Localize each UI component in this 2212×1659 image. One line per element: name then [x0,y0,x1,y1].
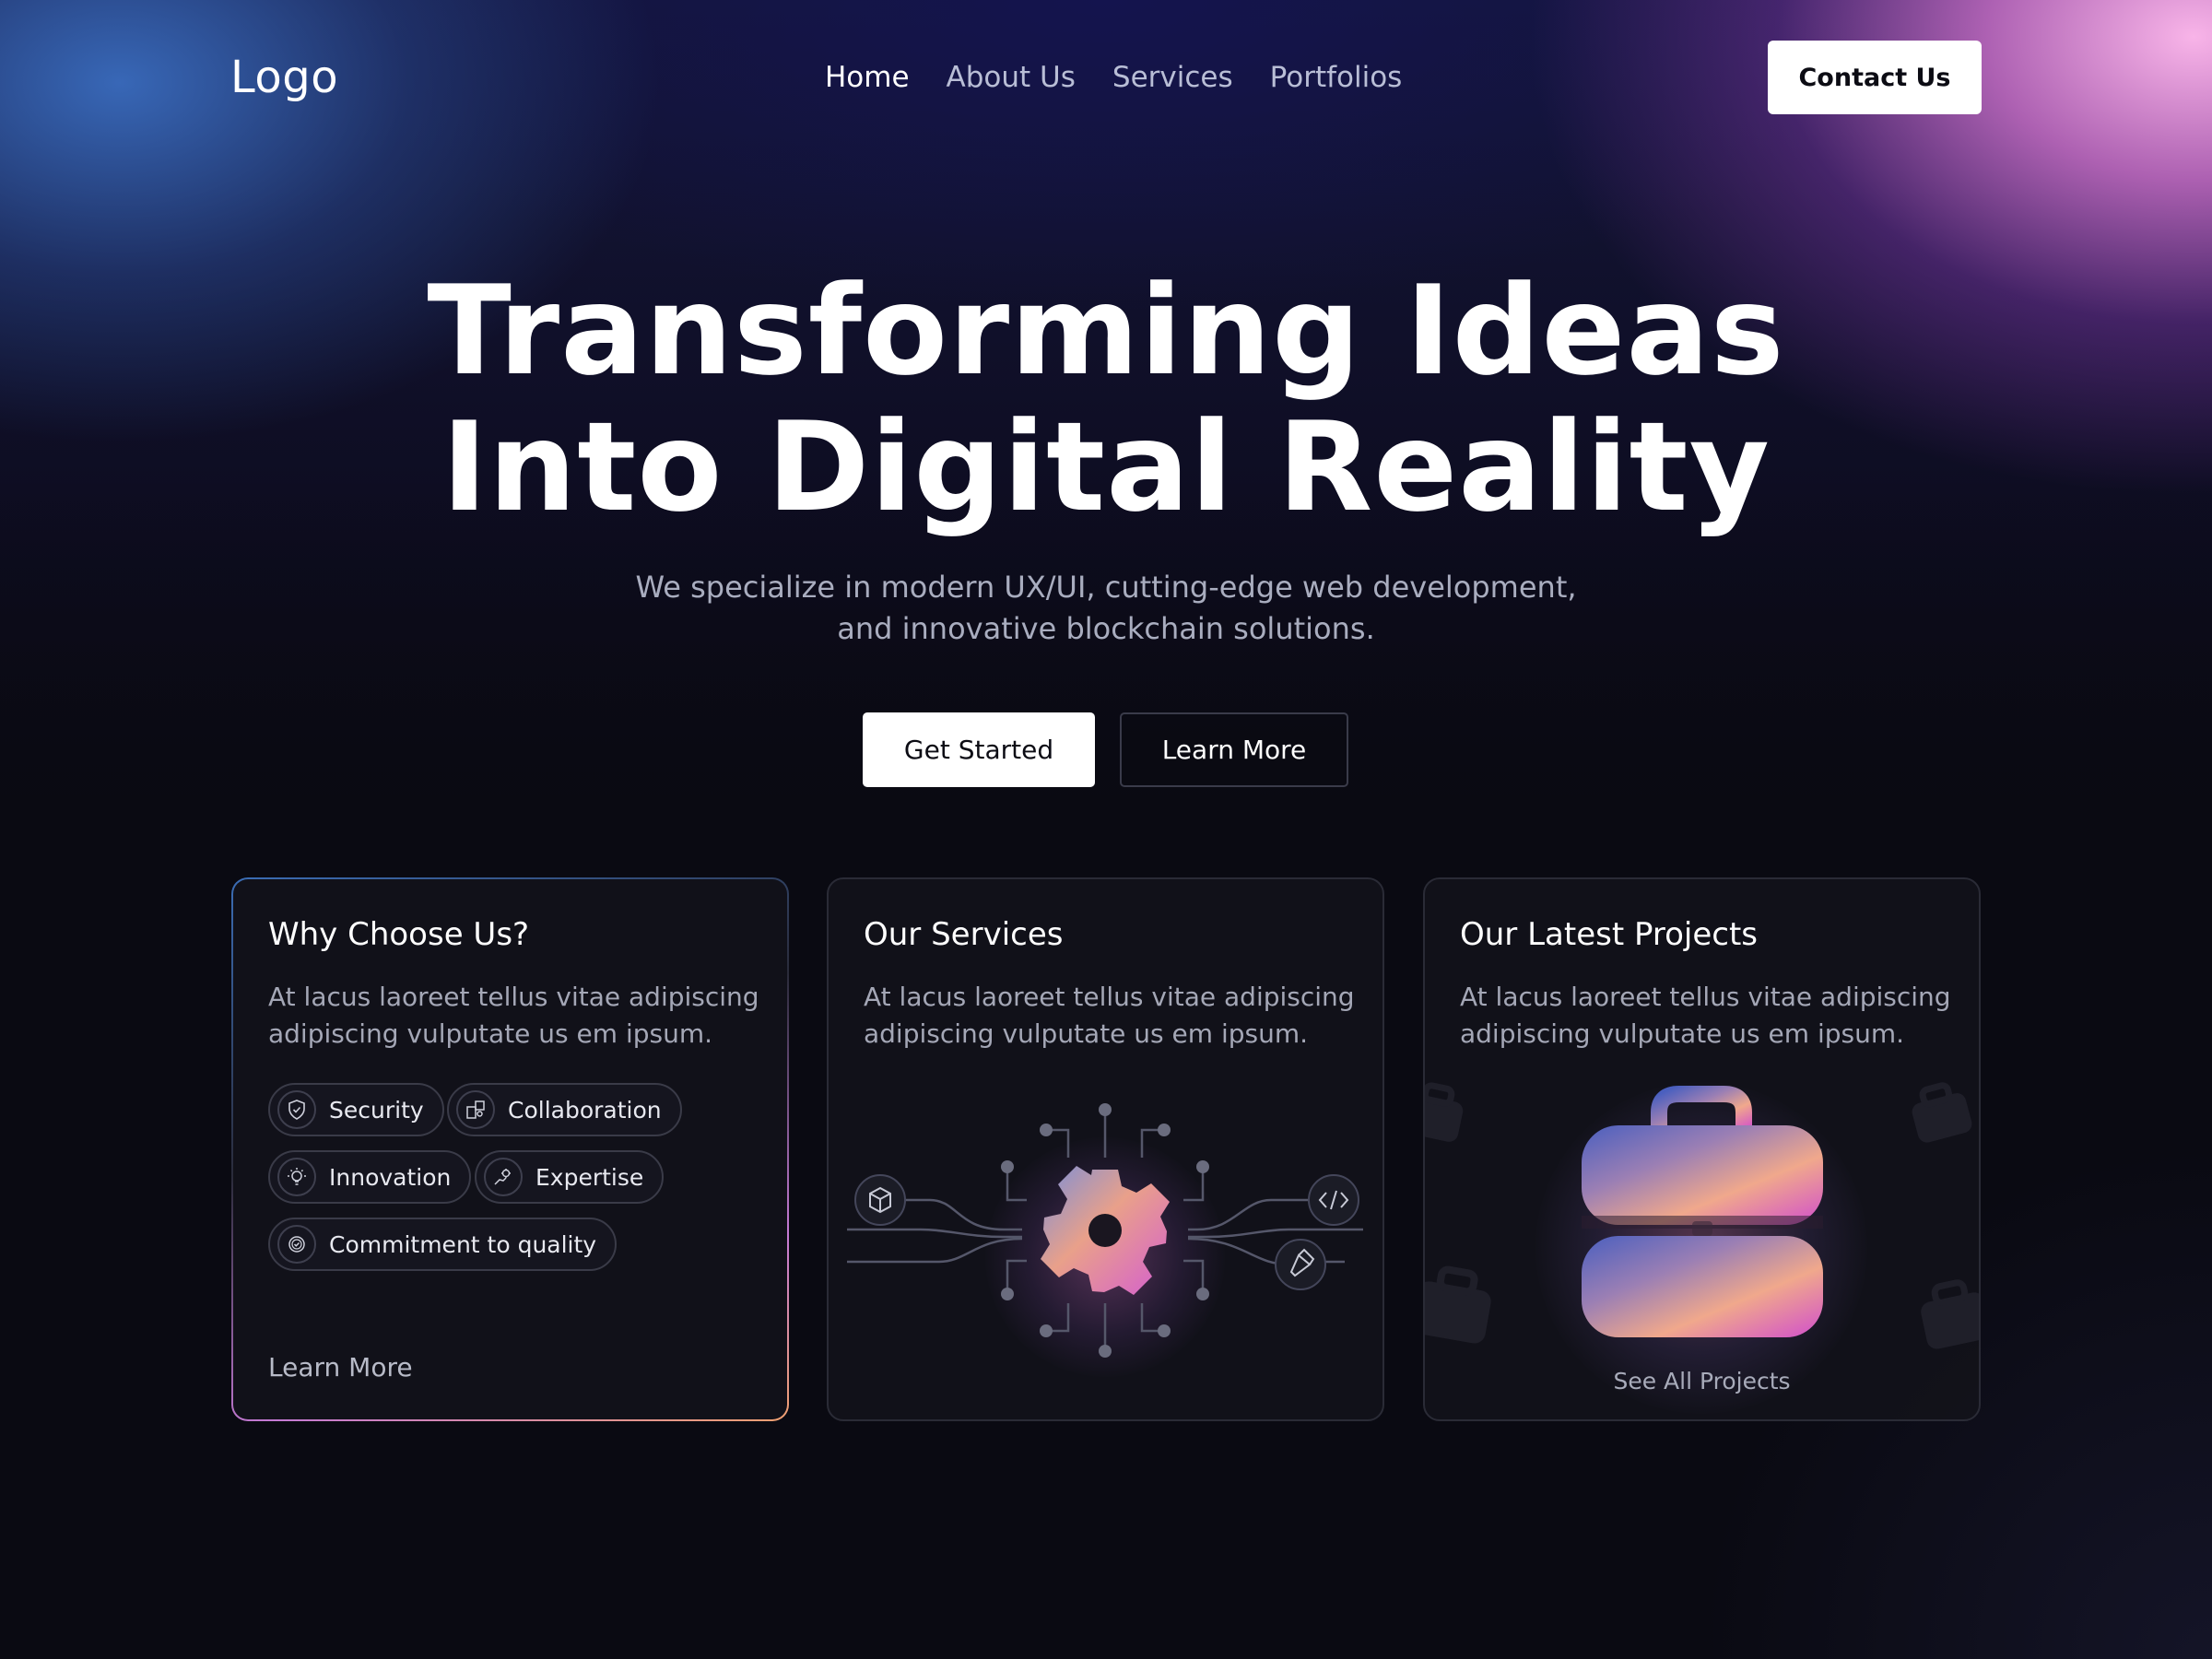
card-description: At lacus laoreet tellus vitae adipiscing… [1460,982,1951,1049]
pill-label: Security [329,1096,424,1124]
hero-subtitle: We specialize in modern UX/UI, cutting-e… [0,567,2212,650]
nav-links: Home About Us Services Portfolios [825,39,1402,116]
card-title: Our Latest Projects [1460,916,1759,953]
puzzle-icon [456,1090,495,1129]
briefcase-icon [1582,1086,1823,1337]
hero-subtitle-line-2: and innovative blockchain solutions. [837,611,1375,646]
hand-gear-icon [484,1158,523,1196]
hero-actions: Get Started Learn More [863,712,1348,787]
pill-label: Commitment to quality [329,1230,597,1258]
pill-security[interactable]: Security [268,1083,444,1136]
top-navigation: Logo Home About Us Services Portfolios C… [230,39,1982,116]
nav-link-portfolios[interactable]: Portfolios [1270,61,1403,94]
card-title: Our Services [864,916,1064,953]
hero-title-line-1: Transforming Ideas [427,259,1785,403]
get-started-button[interactable]: Get Started [863,712,1095,787]
card-description: At lacus laoreet tellus vitae adipiscing… [268,982,759,1049]
latest-projects-card: Our Latest Projects At lacus laoreet tel… [1423,877,1981,1421]
landing-page: Logo Home About Us Services Portfolios C… [0,0,2212,1659]
card-learn-more-link[interactable]: Learn More [268,1352,413,1382]
cube-icon [854,1174,906,1226]
briefcase-illustration [1425,1082,1979,1349]
pill-label: Collaboration [508,1096,662,1124]
lightbulb-icon [277,1158,316,1196]
card-description: At lacus laoreet tellus vitae adipiscing… [864,982,1355,1049]
hero-title: Transforming Ideas Into Digital Reality [0,263,2212,535]
see-all-projects-link[interactable]: See All Projects [1425,1368,1979,1394]
gear-circuit-illustration [847,1103,1363,1358]
background-fade [0,479,2212,940]
hero-title-line-2: Into Digital Reality [441,395,1771,539]
pen-tool-icon [1275,1239,1326,1290]
pill-label: Innovation [329,1163,452,1191]
nav-link-about-us[interactable]: About Us [947,61,1076,94]
pill-commitment-to-quality[interactable]: Commitment to quality [268,1218,618,1271]
nav-link-home[interactable]: Home [825,61,910,94]
learn-more-button[interactable]: Learn More [1120,712,1348,787]
our-services-card: Our Services At lacus laoreet tellus vit… [827,877,1384,1421]
contact-us-button[interactable]: Contact Us [1768,41,1982,114]
card-title: Why Choose Us? [268,916,530,953]
gear-icon [1041,1166,1170,1295]
pill-collaboration[interactable]: Collaboration [447,1083,682,1136]
pill-innovation[interactable]: Innovation [268,1150,472,1204]
hero-subtitle-line-1: We specialize in modern UX/UI, cutting-e… [635,570,1577,605]
pill-label: Expertise [535,1163,644,1191]
badge-check-icon [277,1225,316,1264]
nav-link-services[interactable]: Services [1112,61,1233,94]
pill-expertise[interactable]: Expertise [475,1150,665,1204]
why-choose-us-card: Why Choose Us? At lacus laoreet tellus v… [231,877,789,1421]
code-icon [1308,1174,1359,1226]
logo[interactable]: Logo [230,52,338,103]
shield-icon [277,1090,316,1129]
